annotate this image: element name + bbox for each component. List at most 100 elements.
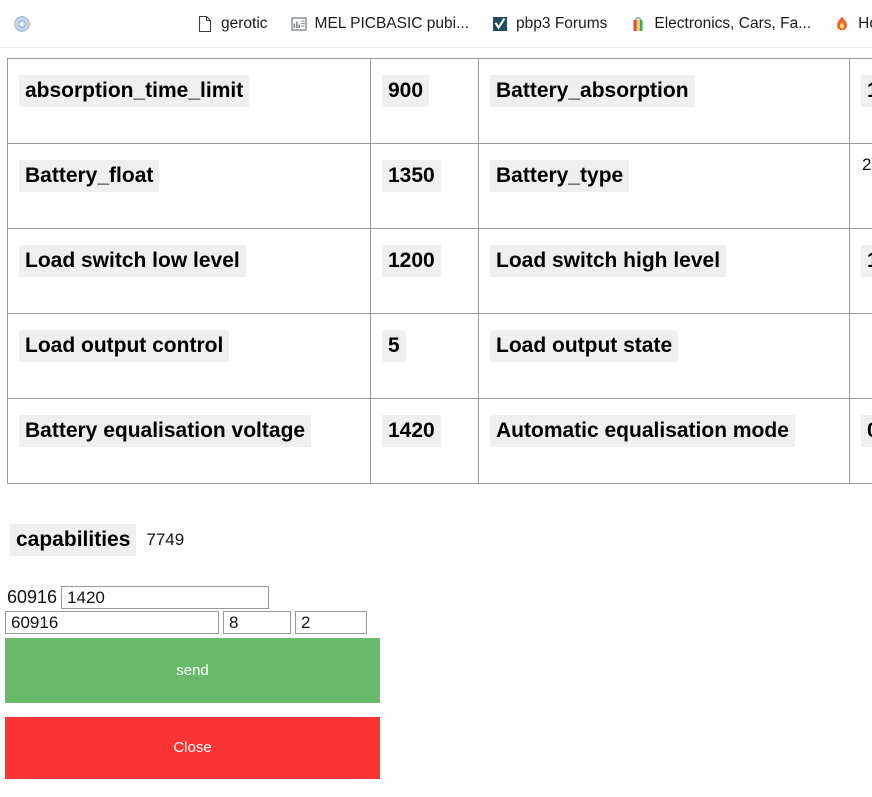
cell-content: 1300	[861, 239, 872, 283]
cell-content: 1200	[382, 239, 467, 283]
disc-icon[interactable]	[3, 15, 41, 33]
cell-content: 1350	[382, 154, 467, 198]
param-label: Load output control	[19, 330, 229, 362]
table-cell-label: Load output control	[8, 314, 371, 399]
param-label: Battery_absorption	[490, 75, 695, 107]
cell-content: 5	[382, 324, 467, 368]
register-address-input[interactable]	[5, 611, 219, 634]
param-value: 5	[382, 330, 406, 362]
cell-content: Load output state	[490, 324, 838, 368]
flame-icon-svg	[833, 15, 851, 33]
table-cell-value: 900	[371, 59, 479, 144]
capabilities-row: capabilities 7749	[10, 524, 185, 556]
table-cell-label: Automatic equalisation mode	[479, 399, 850, 484]
bookmark-label: Home	[858, 15, 872, 33]
cell-content: 1420	[382, 409, 467, 453]
table-cell-value: 1200	[371, 229, 479, 314]
table-cell-value: 255	[850, 144, 872, 229]
capabilities-value: 7749	[145, 529, 185, 551]
param-value: 900	[382, 75, 429, 107]
param-label: Load switch high level	[490, 245, 726, 277]
cell-content	[861, 324, 872, 368]
document-list-icon	[290, 15, 308, 33]
bookmarks-bar: gerotic MEL PICBASIC pubi...	[0, 0, 872, 48]
bookmark-gerotic[interactable]: gerotic	[191, 12, 273, 36]
cell-content: Battery_absorption	[490, 69, 838, 113]
param-input-1[interactable]	[223, 611, 291, 634]
table-cell-value: 1400	[850, 59, 872, 144]
command-input-row	[5, 611, 385, 634]
bookmark-label: pbp3 Forums	[516, 15, 607, 33]
bookmark-label: Electronics, Cars, Fa...	[654, 15, 811, 33]
table-row: Load switch low level 1200 Load switch h…	[8, 229, 872, 314]
page-root: gerotic MEL PICBASIC pubi...	[0, 0, 872, 797]
page-file-icon	[196, 15, 214, 33]
table-cell-value: 0	[850, 399, 872, 484]
page-file-icon-svg	[196, 15, 214, 33]
cell-content: Load output control	[19, 324, 359, 368]
cell-content: Battery equalisation voltage	[19, 409, 359, 453]
cell-content: Battery_float	[19, 154, 359, 198]
cell-content: 900	[382, 69, 467, 113]
table-cell-value: 5	[371, 314, 479, 399]
flame-icon	[833, 15, 851, 33]
table-row: absorption_time_limit 900 Battery_absorp…	[8, 59, 872, 144]
cell-content: 0	[861, 409, 872, 453]
table-cell-label: Battery_type	[479, 144, 850, 229]
config-table: absorption_time_limit 900 Battery_absorp…	[7, 58, 872, 484]
bookmark-electronics[interactable]: Electronics, Cars, Fa...	[624, 12, 816, 36]
param-label: absorption_time_limit	[19, 75, 249, 107]
table-cell-label: Load switch low level	[8, 229, 371, 314]
bookmark-label: gerotic	[221, 15, 268, 33]
send-button[interactable]: send	[5, 638, 380, 703]
param-label: Battery_float	[19, 160, 159, 192]
checkmark-square-icon-svg	[491, 15, 509, 33]
cell-content: absorption_time_limit	[19, 69, 359, 113]
table-cell-value: 1300	[850, 229, 872, 314]
cell-content: Load switch low level	[19, 239, 359, 283]
param-value: 1420	[382, 415, 441, 447]
table-cell-label: absorption_time_limit	[8, 59, 371, 144]
cell-content: 255	[861, 154, 872, 198]
table-row: Battery equalisation voltage 1420 Automa…	[8, 399, 872, 484]
param-label: Load switch low level	[19, 245, 246, 277]
table-cell-value: 1350	[371, 144, 479, 229]
register-address-label: 60916	[5, 587, 57, 608]
send-form: 60916 send Close	[5, 586, 385, 779]
shopping-bag-icon	[629, 15, 647, 33]
table-cell-value: 1420	[371, 399, 479, 484]
table-cell-value-empty	[850, 314, 872, 399]
shopping-bag-icon-svg	[629, 15, 647, 33]
param-value: 0	[861, 415, 872, 447]
param-value: 1300	[861, 245, 872, 277]
config-table-wrapper: absorption_time_limit 900 Battery_absorp…	[7, 58, 866, 484]
bookmark-home[interactable]: Home	[828, 12, 872, 36]
table-cell-label: Battery equalisation voltage	[8, 399, 371, 484]
param-value: 255	[861, 154, 872, 176]
table-row: Battery_float 1350 Battery_type	[8, 144, 872, 229]
param-label: Load output state	[490, 330, 678, 362]
bookmark-mel-picbasic[interactable]: MEL PICBASIC pubi...	[285, 12, 475, 36]
value-input-row: 60916	[5, 586, 385, 609]
cell-content: Load switch high level	[490, 239, 838, 283]
document-list-icon-svg	[290, 15, 308, 33]
table-cell-label: Load switch high level	[479, 229, 850, 314]
table-cell-label: Battery_float	[8, 144, 371, 229]
cell-content: Battery_type	[490, 154, 838, 198]
param-label: Battery equalisation voltage	[19, 415, 311, 447]
param-value: 1200	[382, 245, 441, 277]
param-input-2[interactable]	[295, 611, 367, 634]
table-cell-label: Battery_absorption	[479, 59, 850, 144]
close-button[interactable]: Close	[5, 717, 380, 779]
config-table-body: absorption_time_limit 900 Battery_absorp…	[8, 59, 872, 484]
cell-content: Automatic equalisation mode	[490, 409, 838, 453]
capabilities-label: capabilities	[10, 524, 136, 556]
param-value: 1350	[382, 160, 441, 192]
param-value: 1400	[861, 75, 872, 107]
table-cell-label: Load output state	[479, 314, 850, 399]
bookmark-label: MEL PICBASIC pubi...	[315, 15, 470, 33]
bookmark-pbp3-forums[interactable]: pbp3 Forums	[486, 12, 612, 36]
table-row: Load output control 5 Load output state	[8, 314, 872, 399]
param-label: Automatic equalisation mode	[490, 415, 795, 447]
register-value-input[interactable]	[61, 586, 269, 609]
